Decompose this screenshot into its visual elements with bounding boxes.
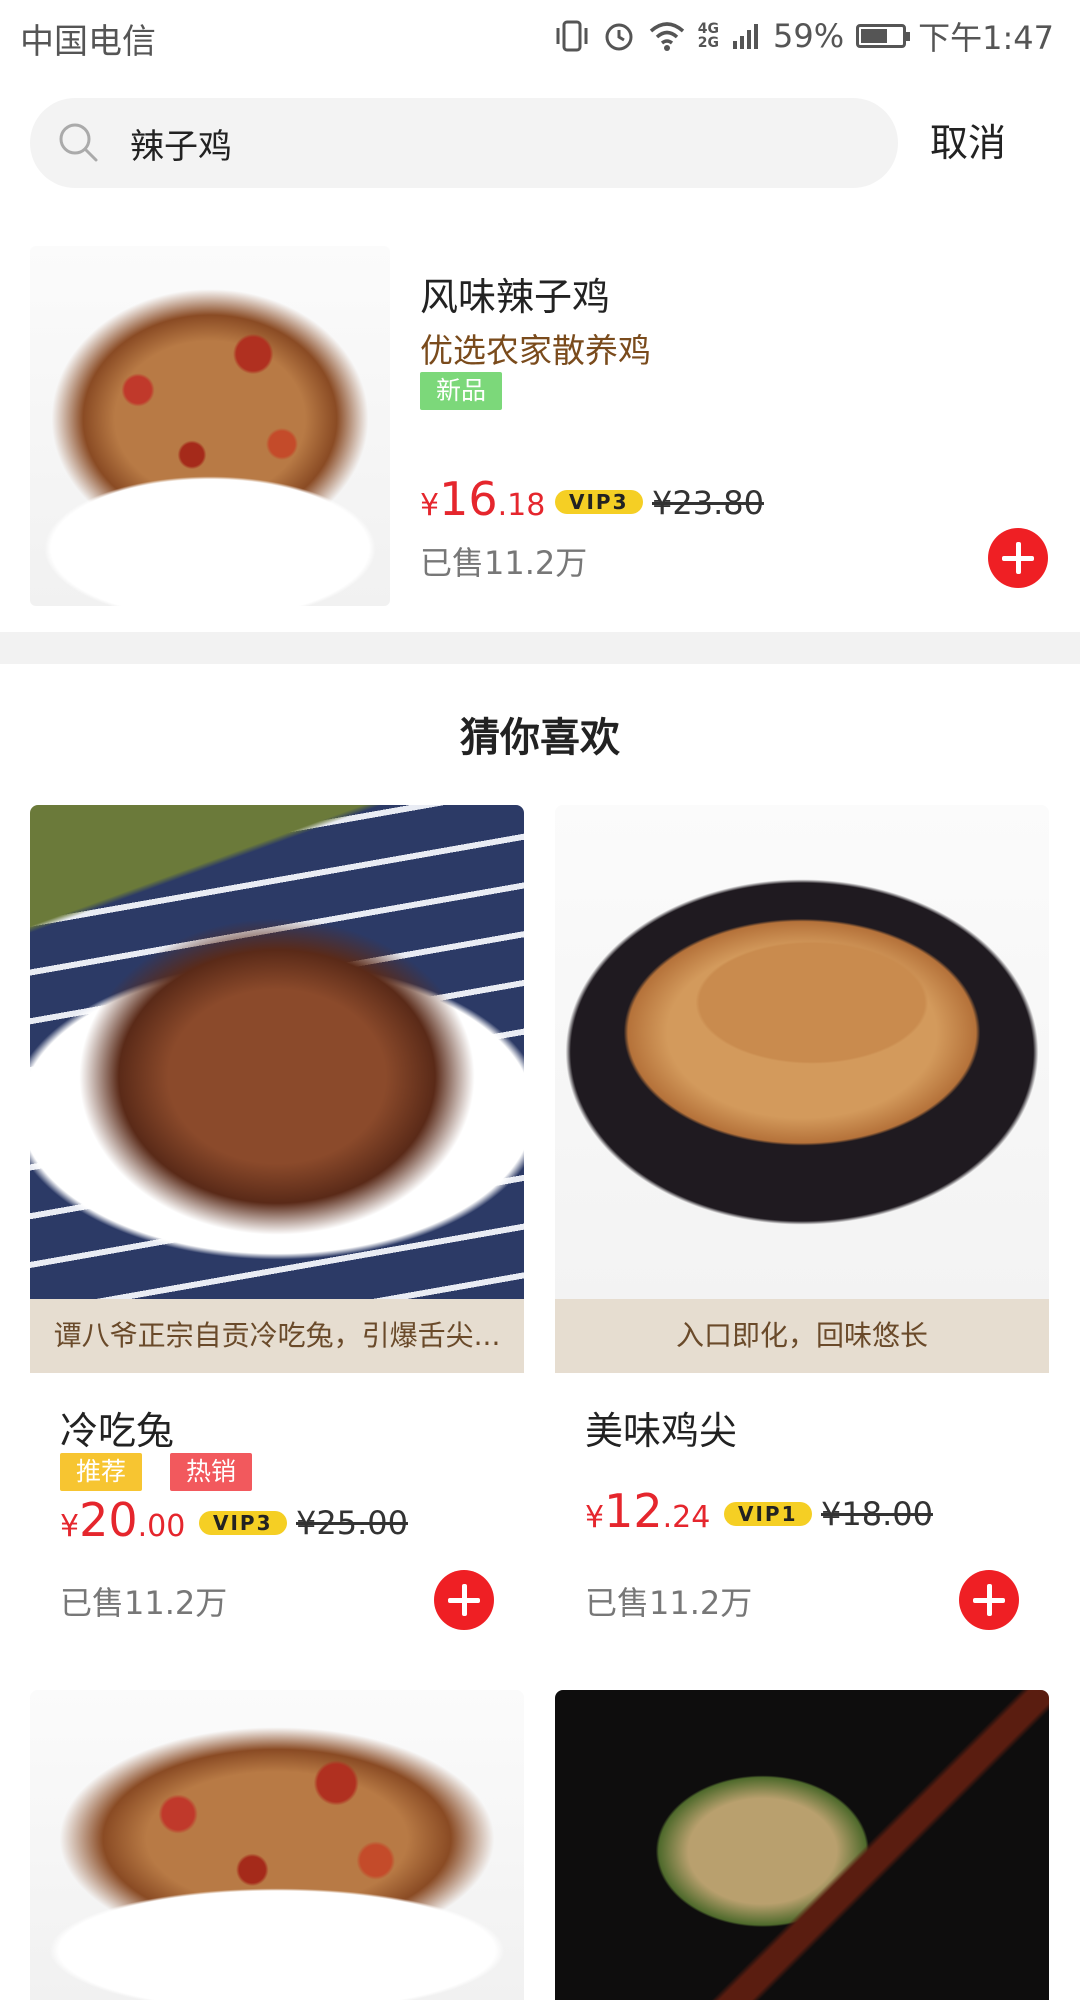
- add-to-cart-button[interactable]: [988, 528, 1048, 588]
- product-image[interactable]: [30, 1690, 524, 2000]
- sold-count: 已售11.2万: [585, 1584, 753, 1622]
- price-currency: ¥: [585, 1500, 605, 1535]
- status-bar: 中国电信 4G 2G 59% 下午1:47: [0, 0, 1080, 72]
- battery-icon: [856, 24, 911, 48]
- product-image[interactable]: [555, 1690, 1049, 2000]
- product-subtitle: 优选农家散养鸡: [420, 331, 651, 370]
- price-decimal: .18: [497, 488, 546, 523]
- original-price: ¥18.00: [821, 1495, 933, 1533]
- vip-badge: VIP3: [555, 490, 643, 514]
- product-price: ¥12.24: [585, 1484, 710, 1538]
- tag-recommend: 推荐: [60, 1453, 143, 1491]
- network-2g: 2G: [697, 35, 719, 51]
- sold-count: 已售11.2万: [420, 544, 588, 582]
- network-type: 4G 2G: [698, 22, 719, 50]
- product-image[interactable]: [30, 805, 524, 1299]
- cancel-button[interactable]: 取消: [930, 112, 1006, 167]
- vip-badge: VIP3: [199, 1511, 287, 1535]
- product-title: 冷吃兔: [60, 1409, 175, 1453]
- search-icon: [59, 123, 98, 162]
- product-price: ¥16.18: [420, 472, 545, 526]
- vibrate-icon: [556, 20, 588, 52]
- price-currency: ¥: [60, 1509, 80, 1544]
- original-price: ¥25.00: [296, 1504, 408, 1542]
- price-decimal: .00: [137, 1509, 186, 1544]
- price-integer: 12: [604, 1484, 663, 1538]
- add-to-cart-button[interactable]: [434, 1570, 494, 1630]
- status-time: 下午1:47: [918, 19, 1054, 57]
- battery-percent: 59%: [773, 17, 845, 55]
- section-title: 猜你喜欢: [460, 715, 620, 761]
- price-decimal: .24: [662, 1500, 711, 1535]
- alarm-icon: [605, 23, 633, 51]
- product-banner: 谭八爷正宗自贡冷吃兔，引爆舌尖...: [30, 1299, 524, 1373]
- product-title: 美味鸡尖: [585, 1409, 738, 1453]
- carrier-name: 中国电信: [20, 22, 156, 62]
- search-input[interactable]: [130, 116, 830, 170]
- wifi-icon: [649, 22, 684, 51]
- tag-hot: 热销: [170, 1453, 253, 1491]
- tag-new: 新品: [420, 372, 503, 410]
- product-price: ¥20.00: [60, 1493, 185, 1547]
- price-integer: 20: [79, 1493, 138, 1547]
- search-bar[interactable]: [30, 98, 898, 188]
- product-banner: 入口即化，回味悠长: [555, 1299, 1049, 1373]
- add-to-cart-button[interactable]: [959, 1570, 1019, 1630]
- status-icons: 4G 2G 59% 下午1:47: [554, 12, 1054, 60]
- network-4g: 4G: [697, 21, 719, 37]
- product-image[interactable]: [555, 805, 1049, 1299]
- vip-badge: VIP1: [724, 1502, 812, 1526]
- sold-count: 已售11.2万: [60, 1584, 228, 1622]
- price-currency: ¥: [420, 488, 440, 523]
- price-integer: 16: [439, 472, 498, 526]
- signal-icon: [733, 24, 758, 49]
- product-image[interactable]: [30, 246, 390, 606]
- product-title: 风味辣子鸡: [420, 275, 611, 319]
- original-price: ¥23.80: [652, 484, 764, 522]
- section-divider: [0, 632, 1080, 664]
